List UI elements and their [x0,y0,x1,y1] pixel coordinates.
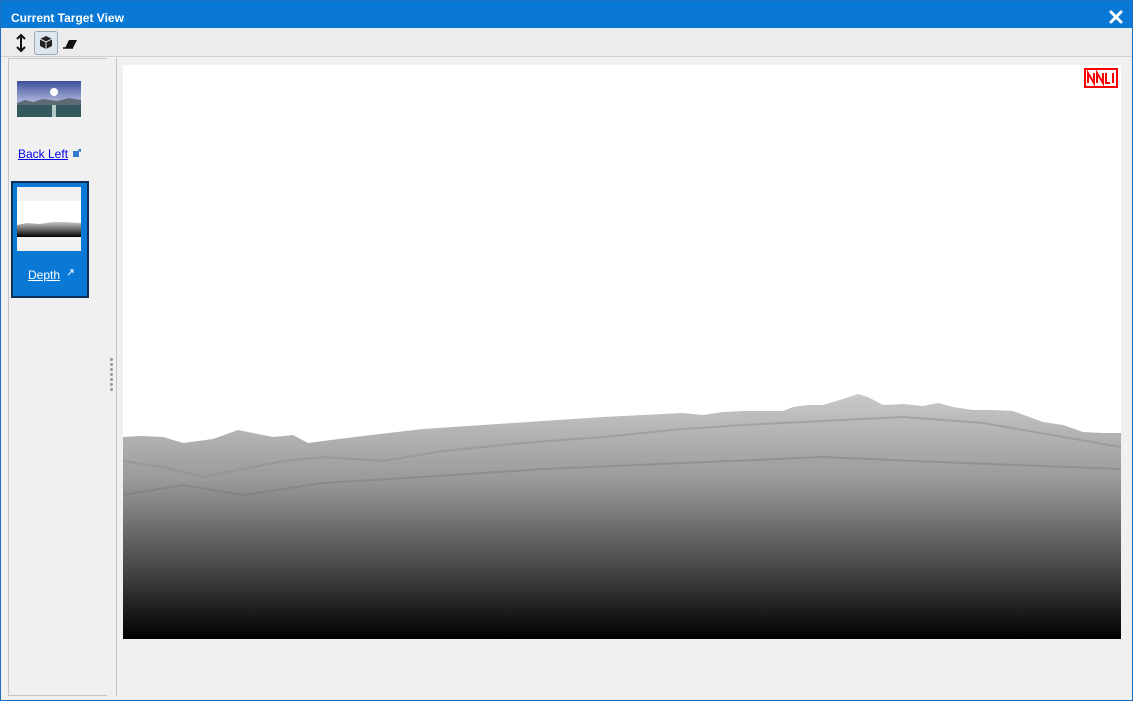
window-title: Current Target View [11,11,124,25]
cube-icon[interactable] [34,31,58,55]
depth-render [123,65,1121,639]
title-bar[interactable]: Current Target View [1,1,1132,28]
back-left-thumbnail [17,81,81,117]
target-label-depth[interactable]: Depth [28,268,60,282]
vertical-arrows-icon[interactable] [10,32,32,54]
target-item-back-left[interactable]: Back Left [17,81,93,161]
target-label-back-left[interactable]: Back Left [18,147,68,161]
target-item-depth[interactable]: Depth [11,181,89,298]
panel-splitter[interactable] [107,58,117,696]
eraser-icon[interactable] [59,32,81,54]
depth-thumbnail [17,187,81,251]
current-target-view-window: Current Target View Back Left Depth [0,0,1133,701]
splitter-grip-icon[interactable] [110,358,113,393]
external-link-icon[interactable] [73,149,81,157]
recording-badge-icon [1084,68,1118,88]
target-viewport[interactable] [123,65,1121,639]
toolbar [1,28,1132,57]
targets-panel: Back Left Depth [8,58,108,696]
external-link-icon[interactable] [67,269,74,276]
close-icon[interactable] [1109,10,1123,24]
